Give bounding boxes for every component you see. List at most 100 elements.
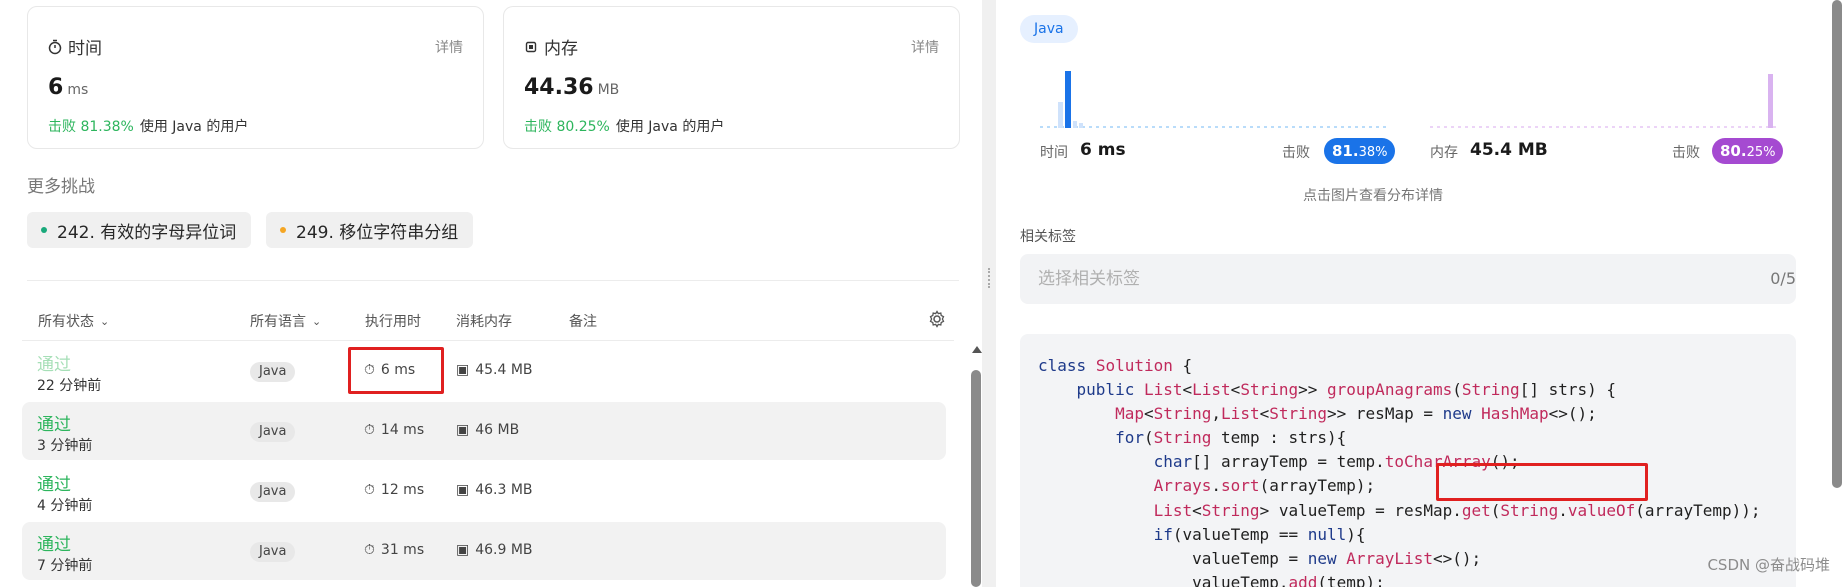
memory-cell-value: 46.3 MB xyxy=(475,482,533,498)
memory-beat-decimal: 25% xyxy=(1746,145,1776,160)
chip-icon: ▣ xyxy=(456,422,470,438)
language-badge: Java xyxy=(250,482,296,502)
runtime-stat-value: 6 ms xyxy=(1080,140,1126,160)
runtime-beat-integer: 81. xyxy=(1332,142,1359,160)
related-tags-input[interactable] xyxy=(1020,254,1796,304)
scroll-up-arrow-icon[interactable] xyxy=(972,346,982,353)
memory-card-label: 内存 xyxy=(544,39,578,59)
memory-beat-text: 使用 Java 的用户 xyxy=(615,119,725,135)
challenge-chip-label: 242. 有效的字母异位词 xyxy=(57,222,237,243)
stopwatch-icon: ⏱ xyxy=(364,542,375,558)
runtime-unit: ms xyxy=(67,82,89,98)
runtime-card[interactable]: 时间 详情 6 ms 击败 81.38% 使用 Java 的用户 xyxy=(27,6,484,149)
table-header-divider xyxy=(22,340,954,341)
challenge-chip-label: 249. 移位字符串分组 xyxy=(296,222,459,243)
stopwatch-icon xyxy=(48,39,62,54)
memory-cell-value: 46.9 MB xyxy=(475,542,533,558)
status-link[interactable]: 通过 xyxy=(37,350,71,375)
table-row[interactable]: 通过 4 分钟前 Java ⏱ 12 ms ▣ 46.3 MB xyxy=(22,462,946,520)
related-tags-title: 相关标签 xyxy=(1020,229,1076,245)
highlight-box xyxy=(348,347,444,394)
runtime-value: 6 ms xyxy=(48,75,88,100)
memory-detail-link[interactable]: 详情 xyxy=(911,37,939,57)
runtime-distribution-chart[interactable] xyxy=(1040,68,1388,130)
memory-card[interactable]: 内存 详情 44.36 MB 击败 80.25% 使用 Java 的用户 xyxy=(503,6,960,149)
detail-scrollbar[interactable] xyxy=(1830,0,1844,587)
memory-distribution-chart[interactable] xyxy=(1430,68,1778,130)
status-link[interactable]: 通过 xyxy=(37,470,71,495)
runtime-cell: ⏱ 14 ms xyxy=(364,422,424,438)
submitted-ago: 3 分钟前 xyxy=(37,438,93,454)
memory-cell: ▣ 46.9 MB xyxy=(456,542,533,558)
runtime-beat-label: 击败 xyxy=(1282,145,1310,161)
difficulty-dot-icon xyxy=(280,227,286,233)
status-link[interactable]: 通过 xyxy=(37,530,71,555)
runtime-beat-percent: 击败 81.38% xyxy=(48,119,134,135)
memory-column-header[interactable]: 消耗内存 xyxy=(456,311,512,331)
language-badge: Java xyxy=(250,422,296,442)
scrollbar-thumb[interactable] xyxy=(971,370,981,587)
section-divider xyxy=(27,280,959,281)
list-scrollbar[interactable] xyxy=(970,346,982,587)
runtime-cell: ⏱ 12 ms xyxy=(364,482,424,498)
table-row[interactable]: 通过 7 分钟前 Java ⏱ 31 ms ▣ 46.9 MB xyxy=(22,522,946,580)
runtime-beat-badge: 81.38% xyxy=(1324,138,1396,164)
runtime-card-label: 时间 xyxy=(68,39,102,59)
submissions-panel: 时间 详情 6 ms 击败 81.38% 使用 Java 的用户 内存 详情 44.… xyxy=(0,0,982,587)
status-filter-label: 所有状态 xyxy=(38,314,94,330)
runtime-column-header[interactable]: 执行用时 xyxy=(365,311,421,331)
language-badge: Java xyxy=(250,362,296,382)
runtime-stat-label: 时间 xyxy=(1040,145,1068,161)
runtime-beat-decimal: 38% xyxy=(1358,145,1388,160)
memory-beat-integer: 80. xyxy=(1720,142,1747,160)
table-row[interactable]: 通过 22 分钟前 Java ⏱ 6 ms ▣ 45.4 MB xyxy=(22,342,946,400)
memory-beat: 击败 80.25% 使用 Java 的用户 xyxy=(524,116,724,136)
chip-icon: ▣ xyxy=(456,482,470,498)
chevron-down-icon: ⌄ xyxy=(100,314,110,328)
language-badge: Java xyxy=(250,542,296,562)
stopwatch-icon: ⏱ xyxy=(364,422,375,438)
submission-detail-panel: Java 时间 6 ms 击败 81.38% 内存 45.4 MB 击败 80.… xyxy=(996,0,1844,587)
scrollbar-thumb[interactable] xyxy=(1832,0,1842,488)
memory-bar-current xyxy=(1768,74,1773,128)
runtime-detail-link[interactable]: 详情 xyxy=(435,37,463,57)
challenge-chip-249[interactable]: 249. 移位字符串分组 xyxy=(266,212,473,248)
code-block[interactable]: class Solution { public List<List<String… xyxy=(1020,334,1796,587)
panel-resize-handle[interactable] xyxy=(982,0,996,587)
difficulty-dot-icon xyxy=(41,227,47,233)
runtime-cell-value: 31 ms xyxy=(380,542,425,558)
more-challenges-title: 更多挑战 xyxy=(27,177,95,197)
highlight-box xyxy=(1436,463,1648,501)
runtime-beat-text: 使用 Java 的用户 xyxy=(139,119,249,135)
memory-unit: MB xyxy=(597,82,620,98)
runtime-beat: 击败 81.38% 使用 Java 的用户 xyxy=(48,116,248,136)
memory-cell-value: 45.4 MB xyxy=(475,362,533,378)
status-filter[interactable]: 所有状态 ⌄ xyxy=(38,311,109,331)
memory-card-title: 内存 xyxy=(524,34,578,59)
status-link[interactable]: 通过 xyxy=(37,410,71,435)
memory-number: 44.36 xyxy=(524,75,594,100)
drag-grip-icon[interactable] xyxy=(988,268,990,288)
memory-beat-percent: 击败 80.25% xyxy=(524,119,610,135)
chip-icon: ▣ xyxy=(456,542,470,558)
memory-stat-label: 内存 xyxy=(1430,145,1458,161)
memory-beat-badge: 80.25% xyxy=(1712,138,1784,164)
gear-icon[interactable] xyxy=(928,310,946,328)
notes-column-header: 备注 xyxy=(569,314,597,330)
memory-stat-value: 45.4 MB xyxy=(1470,140,1548,160)
memory-cell: ▣ 46 MB xyxy=(456,422,519,438)
chip-icon xyxy=(525,41,537,52)
table-row[interactable]: 通过 3 分钟前 Java ⏱ 14 ms ▣ 46 MB xyxy=(22,402,946,460)
language-filter[interactable]: 所有语言 ⌄ xyxy=(250,311,321,331)
memory-cell-value: 46 MB xyxy=(475,422,520,438)
runtime-card-title: 时间 xyxy=(48,34,102,59)
runtime-cell-value: 12 ms xyxy=(380,482,425,498)
memory-beat-label: 击败 xyxy=(1672,145,1700,161)
runtime-number: 6 xyxy=(48,75,64,100)
runtime-cell: ⏱ 31 ms xyxy=(364,542,424,558)
tags-count: 0/5 xyxy=(1770,269,1796,288)
chip-icon: ▣ xyxy=(456,362,470,378)
challenge-chip-242[interactable]: 242. 有效的字母异位词 xyxy=(27,212,251,248)
memory-value: 44.36 MB xyxy=(524,75,619,100)
app-root: 时间 详情 6 ms 击败 81.38% 使用 Java 的用户 内存 详情 44.… xyxy=(0,0,1844,587)
